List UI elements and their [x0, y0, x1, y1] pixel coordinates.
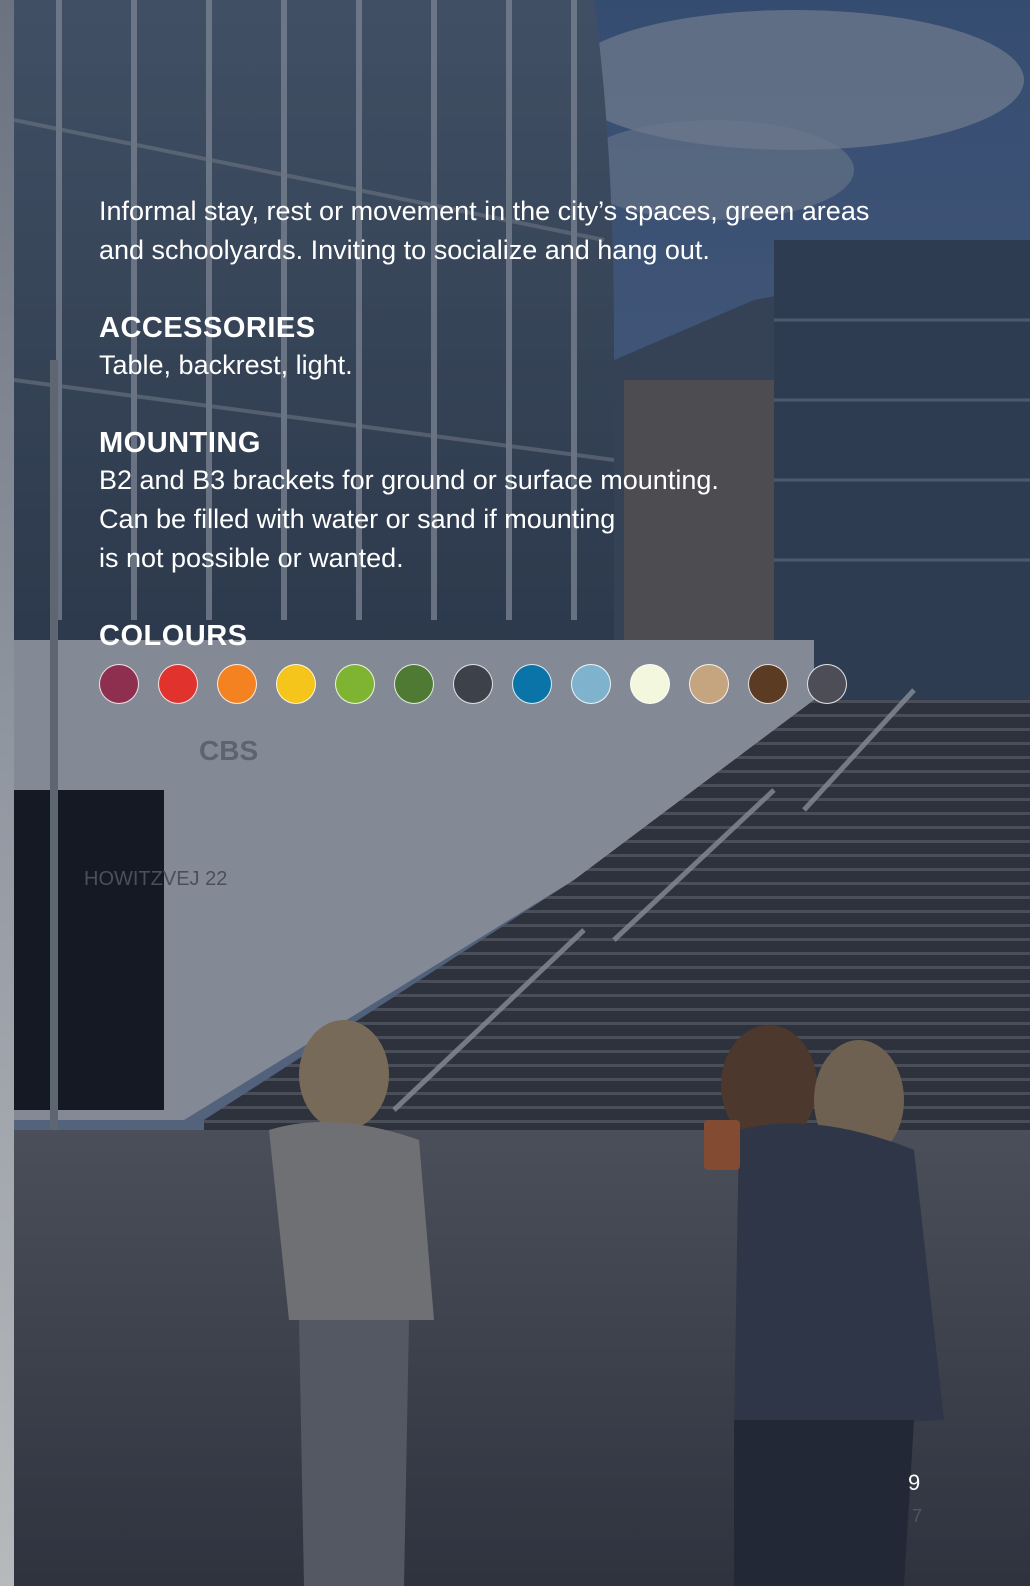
intro-text: Informal stay, rest or movement in the c…	[99, 196, 870, 265]
colour-swatch	[512, 664, 552, 704]
mounting-line: B2 and B3 brackets for ground or surface…	[99, 465, 719, 495]
accessories-heading: ACCESSORIES	[99, 312, 316, 344]
text-content: Informal stay, rest or movement in the c…	[99, 192, 919, 704]
colours-heading: COLOURS	[99, 620, 248, 652]
colour-swatch	[217, 664, 257, 704]
mounting-line: Can be filled with water or sand if moun…	[99, 504, 616, 534]
colour-swatch	[335, 664, 375, 704]
page-number-secondary: 7	[912, 1506, 923, 1526]
page-edge-strip	[0, 0, 14, 1586]
colour-swatch-row	[99, 664, 919, 704]
colours-section: COLOURS	[99, 618, 919, 704]
colour-swatch	[394, 664, 434, 704]
brochure-page: CBS HOWITZVEJ 22 Informal stay, rest or …	[0, 0, 1030, 1586]
colour-swatch	[630, 664, 670, 704]
colour-swatch	[276, 664, 316, 704]
colour-swatch	[689, 664, 729, 704]
mounting-heading: MOUNTING	[99, 427, 261, 459]
colour-swatch	[158, 664, 198, 704]
colour-swatch	[453, 664, 493, 704]
colour-swatch	[748, 664, 788, 704]
accessories-section: ACCESSORIES Table, backrest, light.	[99, 310, 919, 385]
colour-swatch	[571, 664, 611, 704]
mounting-line: is not possible or wanted.	[99, 543, 404, 573]
page-number: 9	[908, 1470, 921, 1495]
colour-swatch	[807, 664, 847, 704]
mounting-section: MOUNTING B2 and B3 brackets for ground o…	[99, 425, 919, 578]
colour-swatch	[99, 664, 139, 704]
accessories-text: Table, backrest, light.	[99, 350, 353, 380]
